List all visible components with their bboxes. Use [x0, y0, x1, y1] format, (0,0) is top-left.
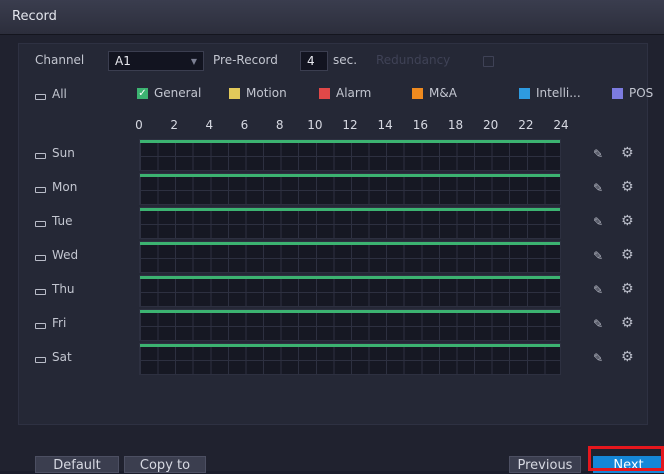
general-record-bar — [140, 344, 560, 347]
channel-select[interactable]: A1 ▼ — [108, 51, 204, 71]
schedule-timeline[interactable] — [139, 173, 561, 205]
legend-label: General — [154, 86, 202, 100]
title-bar: Record — [0, 0, 664, 35]
pencil-icon[interactable]: ✎ — [593, 351, 603, 365]
timeline-tick-label: 16 — [412, 118, 428, 132]
day-label: Tue — [52, 214, 73, 228]
general-record-bar — [140, 174, 560, 177]
general-record-bar — [140, 310, 560, 313]
pencil-icon[interactable]: ✎ — [593, 317, 603, 331]
day-label: Sun — [52, 146, 75, 160]
legend-swatch[interactable] — [319, 88, 330, 99]
timeline-tick-label: 14 — [377, 118, 393, 132]
channel-label: Channel — [35, 53, 85, 67]
gear-icon[interactable]: ⚙ — [621, 315, 634, 331]
timeline-tick-label: 18 — [447, 118, 464, 132]
pencil-icon[interactable]: ✎ — [593, 283, 603, 297]
gear-icon[interactable]: ⚙ — [621, 213, 634, 229]
timeline-tick-label: 10 — [307, 118, 323, 132]
timeline-tick-label: 24 — [553, 118, 569, 132]
legend-swatch[interactable] — [229, 88, 240, 99]
schedule-timeline[interactable] — [139, 343, 561, 375]
day-label: Sat — [52, 350, 72, 364]
day-checkbox[interactable] — [35, 289, 46, 295]
day-checkbox[interactable] — [35, 221, 46, 227]
day-label: Mon — [52, 180, 78, 194]
redundancy-checkbox — [483, 56, 494, 67]
day-checkbox[interactable] — [35, 323, 46, 329]
gear-icon[interactable]: ⚙ — [621, 145, 634, 161]
schedule-timeline[interactable] — [139, 309, 561, 341]
legend-label: POS — [629, 86, 654, 100]
day-label: Thu — [52, 282, 75, 296]
general-record-bar — [140, 276, 560, 279]
redundancy-label: Redundancy — [376, 53, 451, 67]
prerecord-input[interactable]: 4 — [300, 51, 328, 71]
day-checkbox[interactable] — [35, 357, 46, 363]
schedule-timeline[interactable] — [139, 139, 561, 171]
pencil-icon[interactable]: ✎ — [593, 181, 603, 195]
gear-icon[interactable]: ⚙ — [621, 349, 634, 365]
pencil-icon[interactable]: ✎ — [593, 249, 603, 263]
record-window: Record Channel A1 ▼ Pre-Record 4 sec. Re… — [0, 0, 664, 473]
legend-label: Motion — [246, 86, 287, 100]
pencil-icon[interactable]: ✎ — [593, 215, 603, 229]
check-icon: ✓ — [138, 88, 147, 99]
timeline-tick-label: 22 — [518, 118, 534, 132]
timeline-tick-label: 0 — [135, 118, 143, 132]
default-button[interactable]: Default — [35, 456, 119, 473]
legend-swatch[interactable] — [612, 88, 623, 99]
day-label: Wed — [52, 248, 79, 262]
gear-icon[interactable]: ⚙ — [621, 247, 634, 263]
pencil-icon[interactable]: ✎ — [593, 147, 603, 161]
prerecord-value: 4 — [307, 54, 315, 68]
copy-to-button[interactable]: Copy to — [124, 456, 206, 473]
previous-button[interactable]: Previous — [509, 456, 581, 473]
day-checkbox[interactable] — [35, 187, 46, 193]
timeline-tick-label: 12 — [342, 118, 358, 132]
timeline-tick-label: 20 — [483, 118, 499, 132]
schedule-timeline[interactable] — [139, 241, 561, 273]
legend-label: Intelli... — [536, 86, 581, 100]
legend-swatch[interactable] — [519, 88, 530, 99]
gear-icon[interactable]: ⚙ — [621, 179, 634, 195]
general-record-bar — [140, 242, 560, 245]
general-record-bar — [140, 140, 560, 143]
next-button[interactable]: Next — [593, 456, 664, 473]
timeline-tick-label: 4 — [205, 118, 214, 132]
day-checkbox[interactable] — [35, 153, 46, 159]
schedule-timeline[interactable] — [139, 207, 561, 239]
general-record-bar — [140, 208, 560, 211]
gear-icon[interactable]: ⚙ — [621, 281, 634, 297]
legend-swatch[interactable]: ✓ — [137, 88, 148, 99]
all-label: All — [52, 87, 67, 101]
timeline-tick-label: 2 — [170, 118, 178, 132]
day-checkbox[interactable] — [35, 255, 46, 261]
legend-swatch[interactable] — [412, 88, 423, 99]
prerecord-label: Pre-Record — [213, 53, 278, 67]
schedule-timeline[interactable] — [139, 275, 561, 307]
legend-label: M&A — [429, 86, 457, 100]
channel-value: A1 — [115, 54, 131, 68]
all-checkbox[interactable] — [35, 94, 46, 100]
day-label: Fri — [52, 316, 67, 330]
page-title: Record — [12, 9, 57, 24]
legend-label: Alarm — [336, 86, 372, 100]
chevron-down-icon: ▼ — [190, 57, 197, 66]
timeline-tick-label: 8 — [275, 118, 284, 132]
prerecord-unit: sec. — [333, 53, 358, 67]
timeline-tick-label: 6 — [240, 118, 249, 132]
